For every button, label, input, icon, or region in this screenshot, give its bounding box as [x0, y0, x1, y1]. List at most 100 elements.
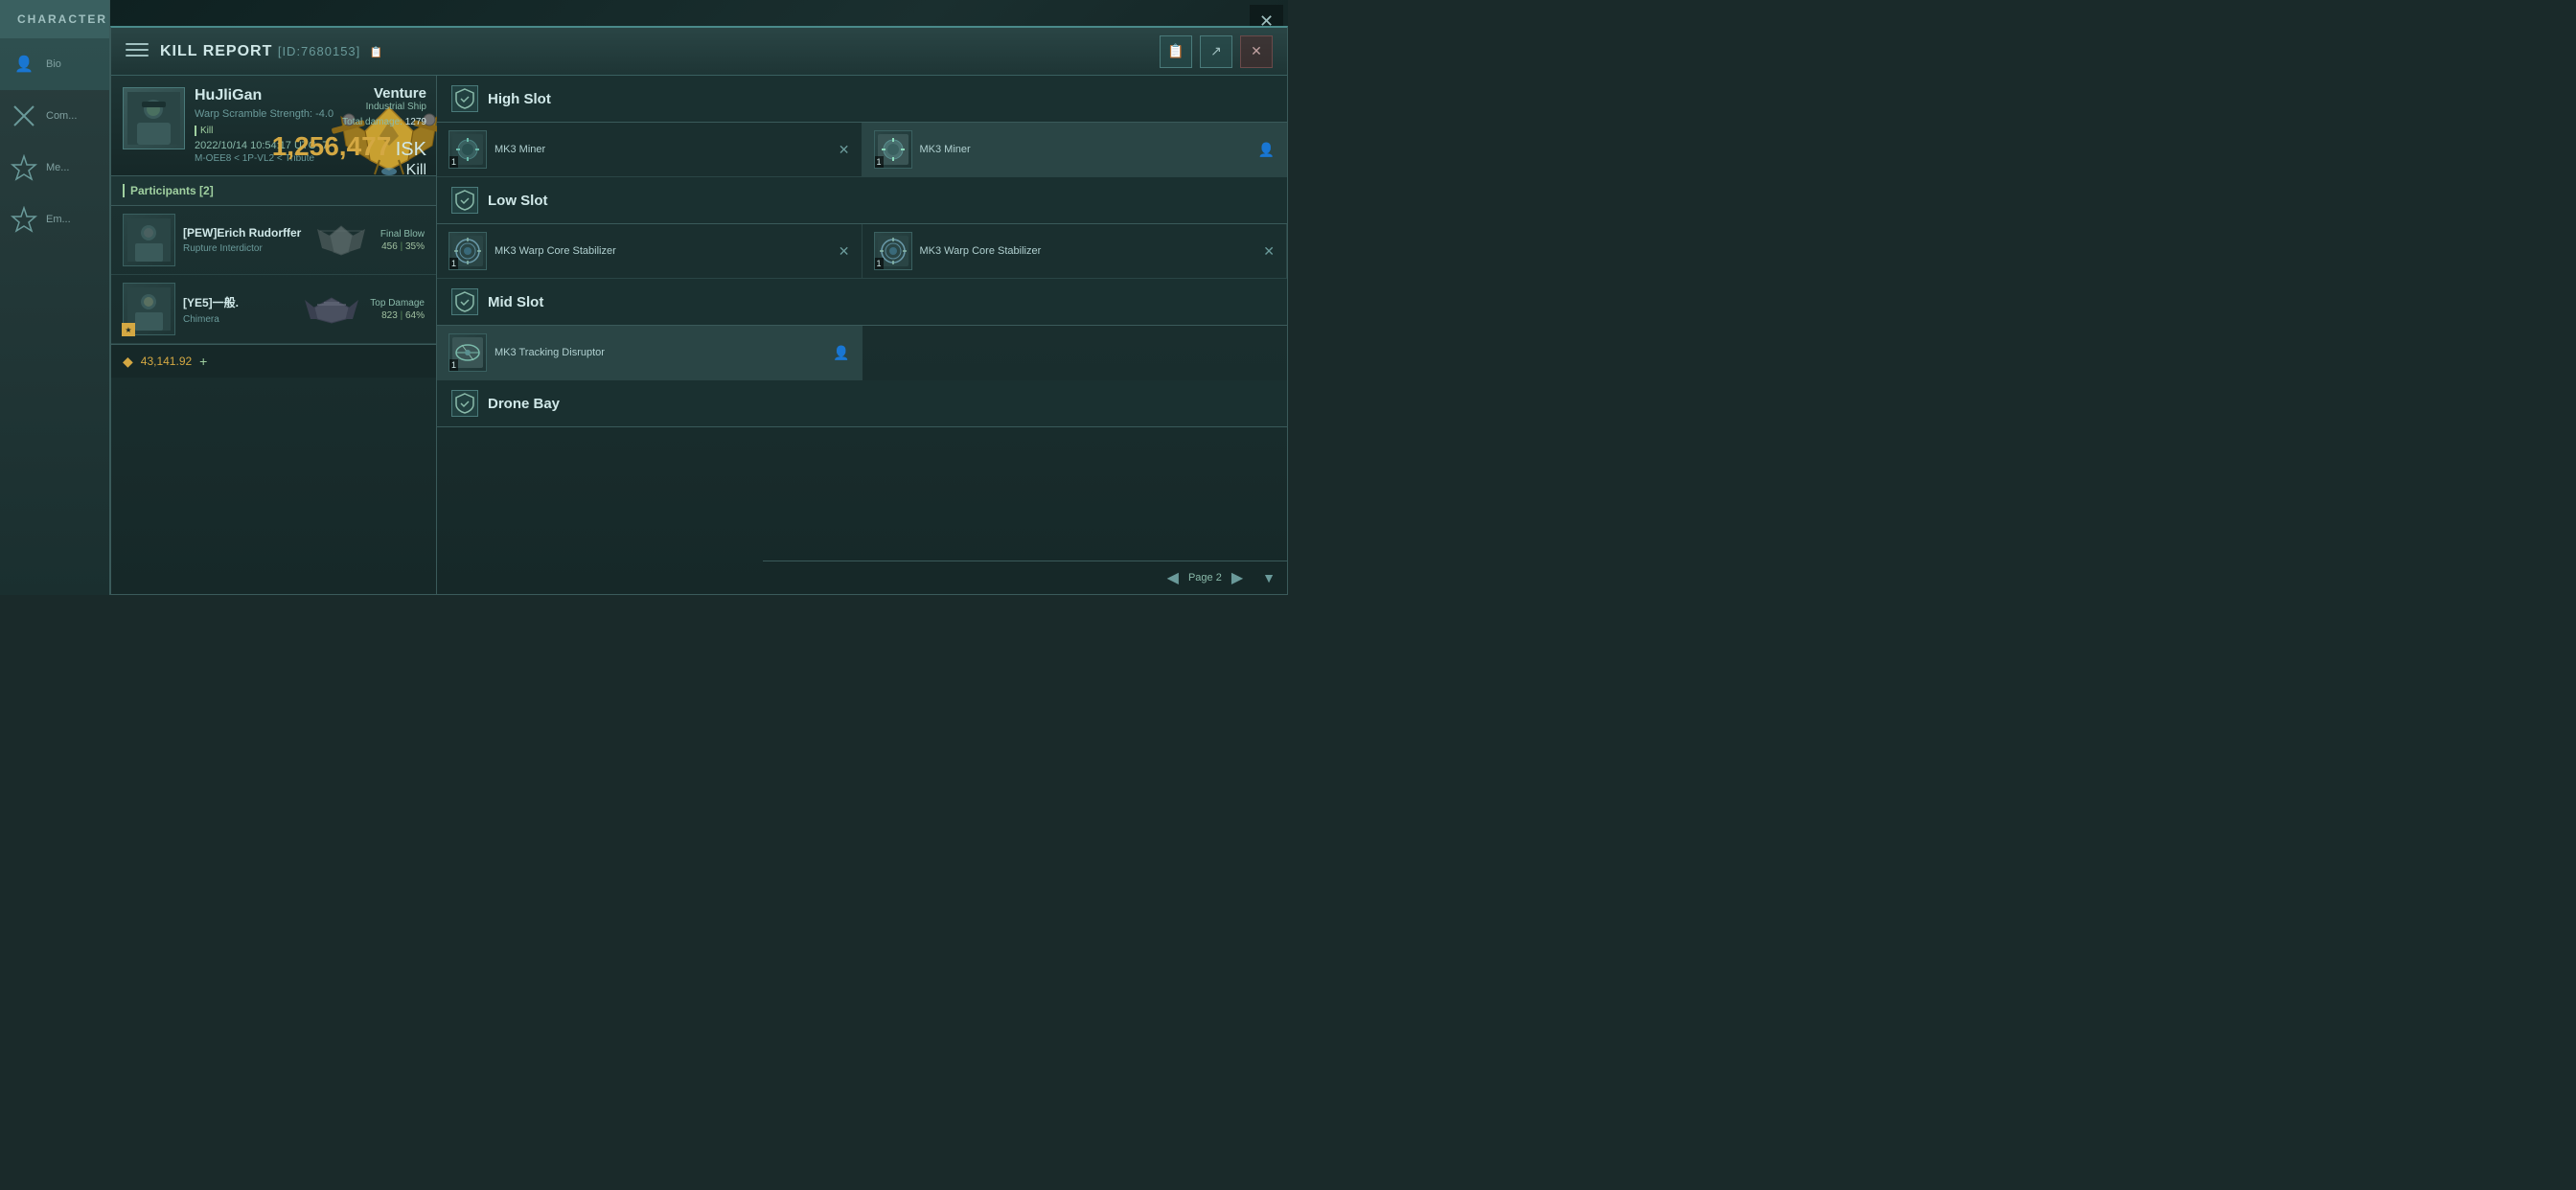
- slot-item-qty: 1: [449, 258, 458, 269]
- character-header: CHARACTER: [0, 0, 109, 38]
- mid-slot-items: 1 MK3 Tracking Disruptor 👤: [437, 326, 1287, 380]
- ship-info: Venture Industrial Ship Total damage: 12…: [272, 85, 426, 179]
- ship-type: Industrial Ship: [272, 102, 426, 112]
- sidebar-item-label: Bio: [46, 58, 61, 70]
- slot-item-qty: 1: [875, 258, 884, 269]
- low-slot-title: Low Slot: [488, 193, 548, 209]
- next-page-button[interactable]: ▶: [1231, 568, 1243, 587]
- participant-info: [YE5]一般. Chimera: [183, 294, 292, 325]
- high-slot-title: High Slot: [488, 91, 551, 107]
- mid-slot-icon: [451, 288, 478, 315]
- copy-button[interactable]: 📋: [1160, 35, 1192, 68]
- stat-values: 456 | 35%: [381, 241, 425, 252]
- kill-report-menu-icon[interactable]: [126, 43, 149, 60]
- slot-item-qty: 1: [449, 359, 458, 371]
- slot-item[interactable]: 1 MK3 Miner 👤: [862, 123, 1288, 177]
- sidebar-item-combat[interactable]: Com...: [0, 90, 109, 142]
- close-kill-report-button[interactable]: ✕: [1240, 35, 1273, 68]
- combat-icon: [10, 102, 38, 130]
- slot-item-person[interactable]: 👤: [1258, 142, 1275, 158]
- character-title: CHARACTER: [17, 12, 107, 26]
- participant-stats: Top Damage 823 | 64%: [370, 298, 425, 321]
- slot-item-icon: 1: [448, 232, 487, 270]
- kill-report-header: KILL REPORT [ID:7680153] 📋 📋 ↗ ✕: [111, 28, 1287, 76]
- export-button[interactable]: ↗: [1200, 35, 1232, 68]
- stat-label: Final Blow: [380, 229, 425, 240]
- sidebar-item-bio[interactable]: 👤 Bio: [0, 38, 109, 90]
- participants-title: Participants [2]: [123, 184, 425, 197]
- participant-name: [PEW]Erich Rudorffer: [183, 226, 303, 240]
- sidebar-item-label: Em...: [46, 214, 71, 225]
- slot-item-icon: 1: [448, 333, 487, 372]
- high-slot-items: 1 MK3 Miner ✕: [437, 123, 1287, 177]
- kill-report-title: KILL REPORT [ID:7680153] 📋: [160, 43, 1148, 60]
- participants-header: Participants [2]: [111, 176, 436, 206]
- slot-item[interactable]: 1 MK3 Miner ✕: [437, 123, 862, 177]
- high-slot-icon: [451, 85, 478, 112]
- damage-label-container: Total damage: 1279: [272, 117, 426, 127]
- drone-bay-icon: [451, 390, 478, 417]
- slot-item-icon: 1: [448, 130, 487, 169]
- nav-bottom: ◀ Page 2 ▶ ▼: [763, 561, 1287, 594]
- ship-class: Venture: [272, 85, 426, 102]
- participant-item[interactable]: ★ [YE5]一般. Chimera: [111, 275, 436, 344]
- kill-report-panel: KILL REPORT [ID:7680153] 📋 📋 ↗ ✕: [110, 26, 1288, 595]
- sidebar-item-medals[interactable]: Me...: [0, 142, 109, 194]
- fitting-panel: High Slot: [437, 76, 1287, 594]
- victim-section: HuJliGan Warp Scramble Strength: -4.0 Ki…: [111, 76, 436, 176]
- prev-page-button[interactable]: ◀: [1167, 568, 1179, 587]
- high-slot-section: High Slot: [437, 76, 1287, 177]
- slot-item[interactable]: 1 MK3 Warp Core Stabilizer ✕: [437, 224, 862, 279]
- participant-ship: Chimera: [183, 314, 292, 325]
- drone-bay-title: Drone Bay: [488, 396, 560, 412]
- mid-slot-title: Mid Slot: [488, 294, 543, 310]
- slot-item[interactable]: 1 MK3 Tracking Disruptor 👤: [437, 326, 862, 380]
- page-label: Page 2: [1188, 572, 1222, 584]
- participant-name: [YE5]一般.: [183, 294, 292, 310]
- isk-container: 1,256,477 ISK: [272, 131, 426, 162]
- kill-report-id: [ID:7680153]: [278, 44, 360, 58]
- stat-values: 823 | 64%: [381, 310, 425, 321]
- participant-info: [PEW]Erich Rudorffer Rupture Interdictor: [183, 226, 303, 254]
- participant-ship-icon: [310, 218, 373, 262]
- victim-avatar: [123, 87, 185, 149]
- participant-avatar: [123, 214, 175, 266]
- participant-ship-icon: [300, 287, 362, 331]
- low-slot-section: Low Slot: [437, 177, 1287, 279]
- employment-icon: [10, 205, 38, 234]
- star-badge: ★: [122, 323, 135, 336]
- isk-currency: ISK: [396, 139, 426, 160]
- sidebar-item-employment[interactable]: Em...: [0, 194, 109, 245]
- slot-item-close[interactable]: ✕: [1263, 243, 1275, 260]
- slot-item-close[interactable]: ✕: [839, 243, 850, 260]
- slot-item-name: MK3 Tracking Disruptor: [494, 347, 825, 358]
- slot-item[interactable]: 1 MK3 Warp Core Stabilizer ✕: [862, 224, 1288, 279]
- high-slot-header: High Slot: [437, 76, 1287, 123]
- add-icon: +: [199, 354, 207, 369]
- slot-item-qty: 1: [449, 156, 458, 168]
- slot-item-icon: 1: [874, 130, 912, 169]
- drone-bay-section: Drone Bay: [437, 380, 1287, 427]
- participant-avatar: ★: [123, 283, 175, 335]
- slot-item-close[interactable]: ✕: [839, 142, 850, 158]
- participant-ship: Rupture Interdictor: [183, 243, 303, 254]
- bio-icon: 👤: [10, 50, 38, 79]
- low-slot-header: Low Slot: [437, 177, 1287, 224]
- bottom-bar: ◆ 43,141.92 +: [111, 344, 436, 378]
- filter-icon[interactable]: ▼: [1262, 570, 1276, 585]
- sidebar-item-label: Com...: [46, 110, 77, 122]
- mid-slot-header: Mid Slot: [437, 279, 1287, 326]
- character-panel: CHARACTER 👤 Bio Com... Me... Em...: [0, 0, 110, 595]
- low-slot-icon: [451, 187, 478, 214]
- slot-item-name: MK3 Miner: [920, 144, 1251, 155]
- drone-bay-header: Drone Bay: [437, 380, 1287, 427]
- participant-item[interactable]: [PEW]Erich Rudorffer Rupture Interdictor: [111, 206, 436, 275]
- slot-item-name: MK3 Miner: [494, 144, 831, 155]
- kill-report-copy-icon: 📋: [370, 47, 384, 58]
- left-panel: HuJliGan Warp Scramble Strength: -4.0 Ki…: [111, 76, 437, 594]
- slot-item-name: MK3 Warp Core Stabilizer: [494, 245, 831, 257]
- mid-slot-section: Mid Slot 1: [437, 279, 1287, 380]
- total-damage-value: 1279: [405, 117, 426, 127]
- slot-item-person[interactable]: 👤: [833, 345, 849, 361]
- kill-content: HuJliGan Warp Scramble Strength: -4.0 Ki…: [111, 76, 1287, 594]
